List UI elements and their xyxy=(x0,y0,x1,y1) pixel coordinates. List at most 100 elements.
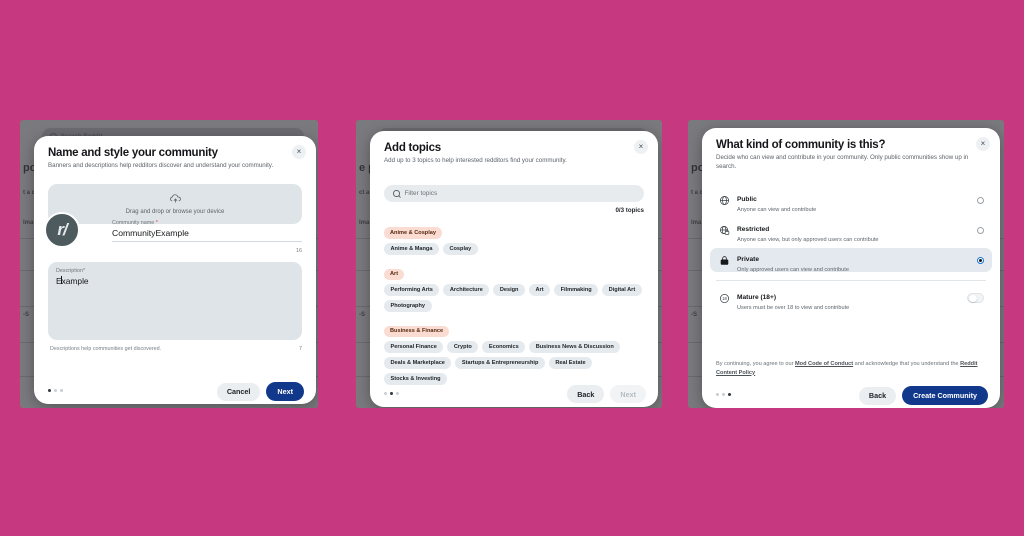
topic-chip[interactable]: Design xyxy=(493,284,525,297)
panel-2-add-topics: e po ct a c Ima -S Add topics Add up to … xyxy=(356,120,662,408)
option-label: Restricted xyxy=(737,225,770,233)
modal-add-topics: Add topics Add up to 3 topics to help in… xyxy=(370,131,658,407)
background-fragment: -S xyxy=(691,312,697,318)
modal-header: Add topics Add up to 3 topics to help in… xyxy=(384,142,644,166)
globe-lock-icon xyxy=(718,225,731,236)
next-button: Next xyxy=(610,385,646,403)
community-type-option-restricted[interactable]: Restricted Anyone can view, but only app… xyxy=(710,218,992,243)
search-icon xyxy=(393,190,400,197)
step-dot xyxy=(390,392,393,395)
description-input[interactable]: Example xyxy=(56,276,294,286)
step-dot xyxy=(396,392,399,395)
topic-category: Business & Finance Personal Finance Crypto… xyxy=(384,319,648,385)
topic-chip[interactable]: Real Estate xyxy=(548,357,593,370)
community-name-label: Community name * xyxy=(112,220,158,226)
close-icon[interactable]: × xyxy=(292,145,306,159)
topic-chip[interactable]: Deals & Marketplace xyxy=(384,357,452,370)
community-type-option-private[interactable]: Private Only approved users can view and… xyxy=(710,248,992,273)
community-name-counter: 16 xyxy=(296,248,302,254)
topic-category: Anime & Cosplay Anime & Manga Cosplay xyxy=(384,221,648,256)
filter-topics-input[interactable]: Filter topics xyxy=(384,185,644,202)
step-indicator xyxy=(48,389,63,392)
page-title: What kind of community is this? xyxy=(716,139,886,151)
description-label: Description* xyxy=(56,268,86,274)
step-dot xyxy=(722,393,725,396)
option-description: Only approved users can view and contrib… xyxy=(737,266,849,273)
option-description: Anyone can view, but only approved users… xyxy=(737,236,879,243)
modal-subtitle: Decide who can view and contribute in yo… xyxy=(716,154,969,170)
background-fragment: Ima xyxy=(23,220,34,226)
step-dot xyxy=(384,392,387,395)
close-icon[interactable]: × xyxy=(634,140,648,154)
page-title: Add topics xyxy=(384,142,441,154)
topic-category: Art Performing Arts Architecture Design Art F… xyxy=(384,262,648,313)
legal-prefix: By continuing, you agree to our xyxy=(716,361,795,367)
mature-toggle[interactable] xyxy=(967,293,984,303)
back-button[interactable]: Back xyxy=(567,385,605,403)
avatar[interactable]: r/ xyxy=(44,212,80,248)
topic-chip[interactable]: Business News & Discussion xyxy=(529,341,621,354)
topic-chip[interactable]: Performing Arts xyxy=(384,284,440,297)
lock-icon xyxy=(718,255,731,266)
globe-icon xyxy=(718,195,731,206)
topic-category-label: Art xyxy=(384,268,405,280)
upload-cloud-icon xyxy=(169,193,181,203)
step-dot xyxy=(728,393,731,396)
options-divider xyxy=(716,280,986,281)
topic-chip[interactable]: Personal Finance xyxy=(384,341,444,354)
modal-footer: Cancel Next xyxy=(34,378,316,404)
topic-chip[interactable]: Art xyxy=(528,284,551,297)
cancel-button[interactable]: Cancel xyxy=(216,382,261,401)
panel-1-name-and-style: Search Reddit pc t a c Ima -S Name and s… xyxy=(20,120,318,408)
description-field[interactable]: Description* Example xyxy=(48,262,302,340)
modal-subtitle: Add up to 3 topics to help interested re… xyxy=(384,157,567,164)
topic-chip[interactable]: Economics xyxy=(482,341,526,354)
upload-label: Drag and drop or browse your device xyxy=(125,208,225,215)
back-button[interactable]: Back xyxy=(858,386,897,405)
panel-3-community-type: po t a c Ima -S What kind of community i… xyxy=(688,120,1004,408)
topic-category-label: Business & Finance xyxy=(384,325,450,337)
community-type-option-public[interactable]: Public Anyone can view and contribute xyxy=(710,188,992,213)
topic-chip[interactable]: Photography xyxy=(384,300,432,313)
screenshot-stage: Search Reddit pc t a c Ima -S Name and s… xyxy=(0,0,1024,536)
modal-footer: Back Create Community xyxy=(702,382,1000,408)
radio-public[interactable] xyxy=(977,196,984,204)
topic-chip[interactable]: Filmmaking xyxy=(554,284,599,297)
radio-restricted[interactable] xyxy=(977,226,984,234)
topic-chip[interactable]: Anime & Manga xyxy=(384,243,439,256)
description-counter: 7 xyxy=(299,346,302,352)
filter-placeholder: Filter topics xyxy=(404,190,438,197)
topic-chip[interactable]: Startups & Entrepreneurship xyxy=(455,357,545,370)
topic-chip-list: Performing Arts Architecture Design Art Film… xyxy=(384,284,648,313)
mature-toggle-row[interactable]: 18 Mature (18+) Users must be over 18 to… xyxy=(710,286,992,311)
option-label: Public xyxy=(737,195,757,203)
background-fragment: Ima xyxy=(691,220,702,226)
modal-community-type: What kind of community is this? Decide w… xyxy=(702,128,1000,408)
legal-middle: and acknowledge that you understand the xyxy=(853,361,961,367)
topic-chip[interactable]: Architecture xyxy=(443,284,490,297)
legal-text: By continuing, you agree to our Mod Code… xyxy=(716,360,982,377)
page-title: Name and style your community xyxy=(48,147,218,159)
create-community-button[interactable]: Create Community xyxy=(902,386,988,405)
mature-label: Mature (18+) xyxy=(737,293,777,301)
topic-chip[interactable]: Crypto xyxy=(447,341,479,354)
mod-code-of-conduct-link[interactable]: Mod Code of Conduct xyxy=(795,361,853,367)
topic-chip[interactable]: Cosplay xyxy=(442,243,478,256)
step-dot xyxy=(716,393,719,396)
next-button[interactable]: Next xyxy=(266,382,304,401)
step-dot xyxy=(60,389,63,392)
radio-private[interactable] xyxy=(977,256,984,264)
step-indicator xyxy=(716,393,731,396)
modal-header: What kind of community is this? Decide w… xyxy=(716,139,986,172)
topics-list[interactable]: Anime & Cosplay Anime & Manga Cosplay Art Pe… xyxy=(384,221,648,385)
banner-upload-dropzone[interactable]: Drag and drop or browse your device xyxy=(48,184,302,224)
close-icon[interactable]: × xyxy=(976,137,990,151)
description-helper-text: Descriptions help communities get discov… xyxy=(50,346,162,352)
modal-name-and-style: Name and style your community Banners an… xyxy=(34,136,316,404)
step-indicator xyxy=(384,392,399,395)
topic-chip[interactable]: Digital Art xyxy=(602,284,642,297)
topic-category-label: Anime & Cosplay xyxy=(384,227,443,239)
community-name-input[interactable]: CommunityExample xyxy=(112,228,302,238)
community-name-field[interactable]: Community name * CommunityExample xyxy=(112,220,302,242)
text-caret xyxy=(60,276,62,284)
